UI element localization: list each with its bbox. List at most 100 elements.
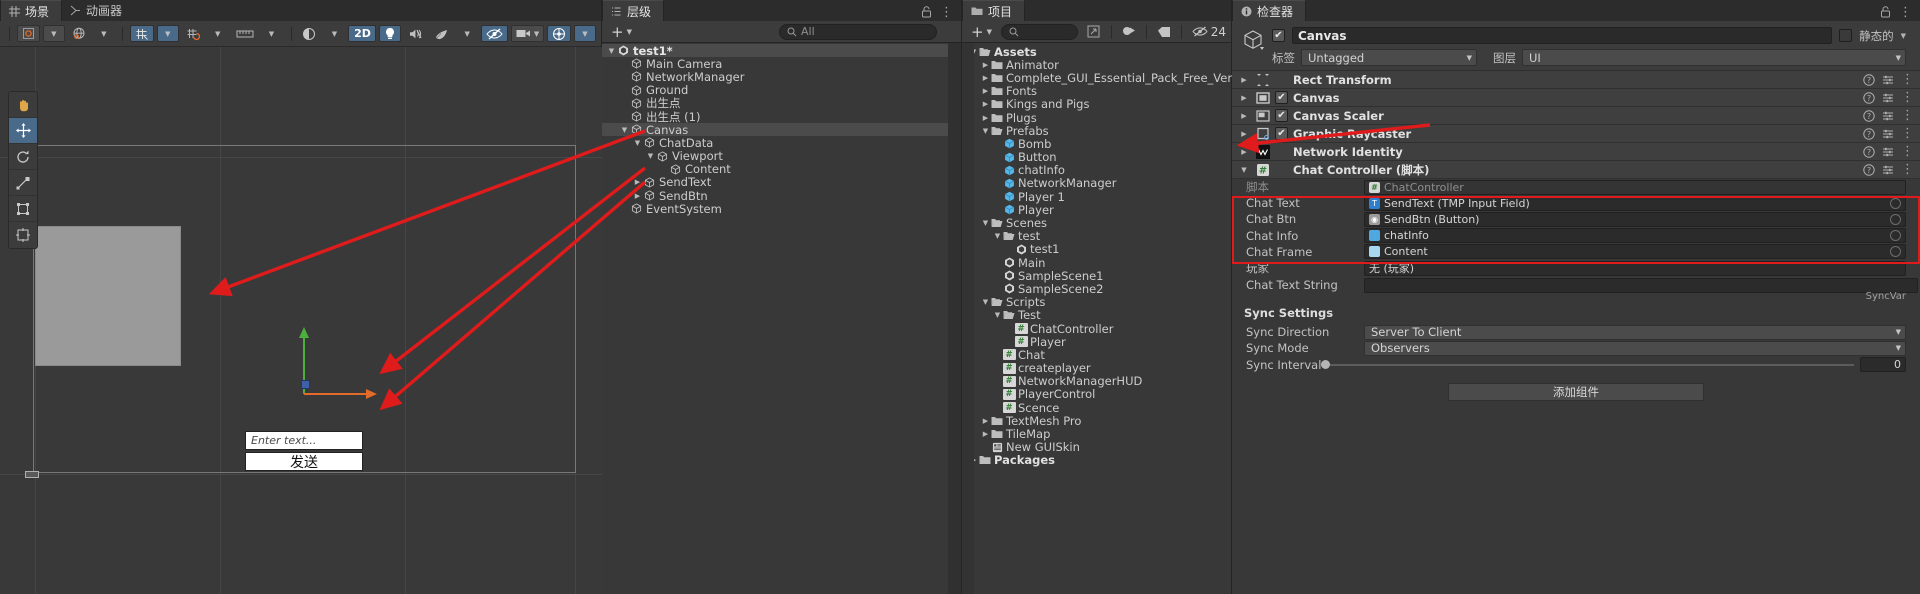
component-enabled-checkbox[interactable]: ✔ [1275, 91, 1288, 104]
scene-viewport[interactable]: Enter text... 发送 [0, 47, 602, 594]
hierarchy-scrollbar[interactable] [948, 43, 961, 594]
project-item-packages[interactable]: ▶Packages [962, 453, 1231, 467]
grid-snap-dropdown[interactable]: ▼ [156, 25, 179, 42]
chevron-down-icon[interactable]: ▼ [992, 311, 1003, 319]
help-icon[interactable]: ? [1863, 109, 1875, 122]
transform-gizmo[interactable] [285, 309, 385, 409]
hierarchy-search-input[interactable]: All [778, 23, 937, 40]
canvas-resize-handle[interactable] [25, 471, 39, 478]
hierarchy-item-sendtext[interactable]: ▶ SendText [602, 175, 961, 189]
preset-icon[interactable] [1882, 128, 1894, 140]
chevron-right-icon[interactable]: ▶ [980, 87, 991, 95]
chevron-down-icon[interactable]: ▼ [632, 139, 643, 147]
project-item-animator[interactable]: ▶ Animator [962, 58, 1231, 72]
project-item-player[interactable]: ▶#Player [962, 335, 1231, 349]
hand-tool[interactable] [9, 92, 37, 118]
component-header-graphic-raycaster[interactable]: ▶ ✔ Graphic Raycaster? ⋮ [1232, 125, 1920, 143]
chevron-right-icon[interactable]: ▶ [980, 417, 991, 425]
project-item-player-1[interactable]: ▶Player 1 [962, 190, 1231, 204]
toggle-2d-button[interactable]: 2D [348, 25, 377, 42]
component-menu-icon[interactable]: ⋮ [1901, 109, 1914, 122]
chevron-right-icon[interactable]: ▶ [980, 100, 991, 108]
component-menu-icon[interactable]: ⋮ [1901, 73, 1914, 86]
project-item-networkmanager[interactable]: ▶NetworkManager [962, 176, 1231, 190]
component-enabled-checkbox[interactable]: ✔ [1275, 109, 1288, 122]
tab-project[interactable]: 项目 [962, 0, 1026, 21]
gizmos-dropdown[interactable]: ▼ [574, 25, 596, 42]
camera-settings-button[interactable]: ▼ [511, 25, 545, 42]
project-favorite-button[interactable] [1118, 23, 1140, 40]
hierarchy-add-button[interactable]: + ▼ [607, 23, 636, 41]
field-object-picker[interactable]: chatInfo [1364, 228, 1906, 244]
fx-toggle-button[interactable] [430, 25, 453, 42]
global-toggle-button[interactable] [68, 25, 90, 42]
preset-icon[interactable] [1882, 92, 1894, 104]
sendbtn-preview[interactable]: 发送 [245, 452, 363, 471]
field-object-picker[interactable]: T SendText (TMP Input Field) [1364, 195, 1906, 211]
global-dropdown[interactable]: ▼ [93, 25, 115, 42]
chevron-right-icon[interactable]: ▶ [632, 192, 643, 200]
sync-interval-value-field[interactable]: 0 [1860, 357, 1906, 373]
project-item-scenes[interactable]: ▼ Scenes [962, 216, 1231, 230]
pivot-toggle-button[interactable] [16, 25, 40, 42]
hierarchy-menu-icon[interactable]: ⋮ [940, 6, 953, 19]
move-tool[interactable] [9, 118, 37, 144]
project-item-main[interactable]: ▶Main [962, 256, 1231, 270]
scale-tool[interactable] [9, 170, 37, 196]
fx-dropdown[interactable]: ▼ [456, 25, 478, 42]
grid-snap-button[interactable] [129, 25, 154, 42]
chevron-right-icon[interactable]: ▶ [1238, 148, 1250, 156]
chevron-down-icon[interactable]: ▼ [606, 47, 617, 55]
z-axis-handle[interactable] [301, 380, 310, 389]
chevron-down-icon[interactable]: ▼ [980, 298, 991, 306]
project-item-complete-gui-essential-pack-free-version[interactable]: ▶ Complete_GUI_Essential_Pack_Free_Versio… [962, 71, 1256, 85]
project-label-button[interactable] [1153, 23, 1175, 40]
project-item-prefabs[interactable]: ▼ Prefabs [962, 124, 1231, 138]
project-item-kings-and-pigs[interactable]: ▶ Kings and Pigs [962, 97, 1231, 111]
hierarchy-item-eventsystem[interactable]: ▶EventSystem [602, 202, 961, 216]
hierarchy-item-networkmanager[interactable]: ▶NetworkManager [602, 70, 961, 84]
chevron-down-icon[interactable]: ▼ [980, 219, 991, 227]
component-header-canvas[interactable]: ▶ ✔ Canvas? ⋮ [1232, 89, 1920, 107]
project-item-button[interactable]: ▶Button [962, 150, 1231, 164]
object-enabled-checkbox[interactable]: ✔ [1272, 29, 1285, 42]
help-icon[interactable]: ? [1863, 145, 1875, 158]
field-object-picker[interactable]: Content [1364, 244, 1906, 260]
static-checkbox[interactable]: ✔ [1839, 29, 1853, 42]
field-object-picker[interactable]: ◉ SendBtn (Button) [1364, 211, 1906, 227]
project-item-test[interactable]: ▼ test [962, 229, 1231, 243]
help-icon[interactable]: ? [1863, 127, 1875, 140]
project-item-assets[interactable]: ▼Assets [962, 45, 1231, 59]
chevron-right-icon[interactable]: ▶ [980, 74, 991, 82]
project-item-bomb[interactable]: ▶Bomb [962, 137, 1231, 151]
project-item-samplescene2[interactable]: ▶SampleScene2 [962, 282, 1231, 296]
hidden-objects-button[interactable] [481, 25, 508, 42]
help-icon[interactable]: ? [1863, 73, 1875, 86]
help-icon[interactable]: ? [1863, 163, 1875, 176]
object-picker-icon[interactable] [1890, 230, 1901, 242]
project-item-plugs[interactable]: ▶ Plugs [962, 111, 1231, 125]
project-item-chatcontroller[interactable]: ▶#ChatController [962, 322, 1231, 336]
project-item-chatinfo[interactable]: ▶chatInfo [962, 163, 1231, 177]
object-picker-icon[interactable] [1890, 246, 1901, 258]
chevron-right-icon[interactable]: ▶ [980, 430, 991, 438]
inspector-menu-icon[interactable]: ⋮ [1899, 6, 1912, 19]
project-item-fonts[interactable]: ▶ Fonts [962, 84, 1231, 98]
snap-increment-dropdown[interactable]: ▼ [207, 25, 229, 42]
preset-icon[interactable] [1882, 74, 1894, 86]
chevron-down-icon[interactable]: ▼ [645, 152, 656, 160]
preset-icon[interactable] [1882, 110, 1894, 122]
tab-scene[interactable]: 场景 [0, 0, 63, 21]
chat-text-string-field[interactable] [1364, 277, 1918, 293]
hierarchy-item-chatdata[interactable]: ▼ ChatData [602, 136, 961, 150]
hierarchy-item-canvas[interactable]: ▼ Canvas [602, 123, 961, 137]
component-menu-icon[interactable]: ⋮ [1901, 91, 1914, 104]
layer-dropdown[interactable]: UI ▼ [1522, 49, 1906, 66]
pivot-dropdown[interactable]: ▼ [42, 25, 65, 42]
hierarchy-item-content[interactable]: ▶Content [602, 162, 961, 176]
project-expand-button[interactable] [1083, 23, 1105, 40]
tab-animator[interactable]: 动画器 [62, 0, 135, 21]
player-object-field[interactable]: 无 (玩家) [1364, 260, 1906, 276]
audio-toggle-button[interactable] [404, 25, 427, 42]
hierarchy-item-viewport[interactable]: ▼ Viewport [602, 149, 961, 163]
